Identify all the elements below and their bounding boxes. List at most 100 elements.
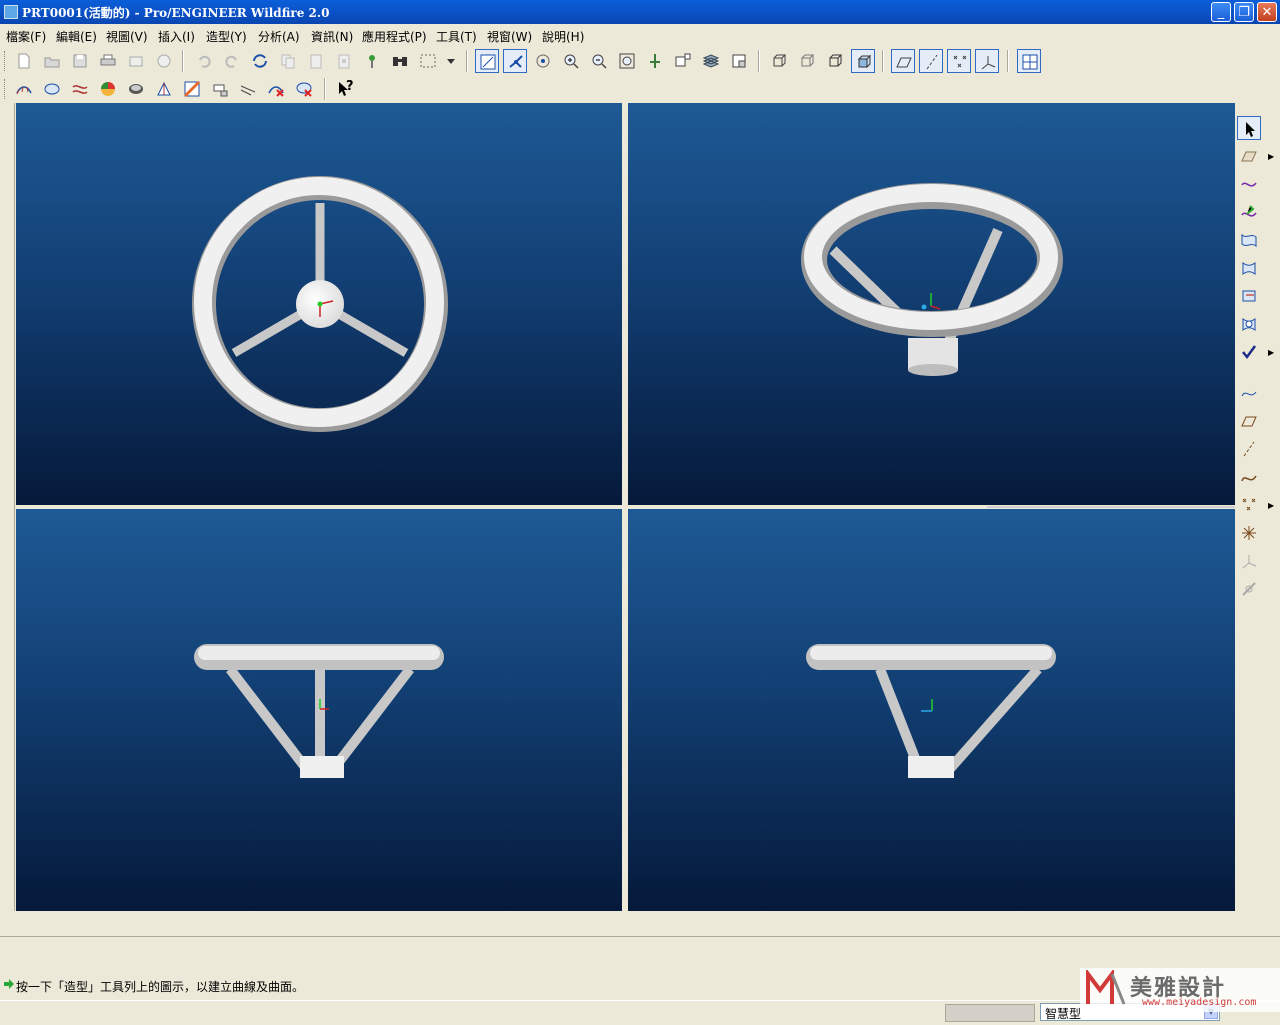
expand-arrow-icon[interactable]: ▶	[1268, 502, 1274, 510]
watermark-logo	[1086, 970, 1126, 1005]
regenerate-icon[interactable]	[248, 49, 272, 73]
maximize-button[interactable]: ❐	[1234, 2, 1254, 22]
csys-origin	[317, 301, 323, 307]
menu-tools[interactable]: 工具(T)	[436, 28, 477, 45]
menu-info[interactable]: 資訊(N)	[311, 28, 353, 45]
done-check-icon[interactable]	[1237, 340, 1261, 364]
drop-curve-icon[interactable]	[1237, 200, 1261, 224]
datum-axis-icon[interactable]	[1237, 437, 1261, 461]
reflection-icon[interactable]	[96, 77, 120, 101]
menu-file[interactable]: 檔案(F)	[6, 28, 46, 45]
slope-icon[interactable]	[152, 77, 176, 101]
create-curve-icon[interactable]	[1237, 172, 1261, 196]
cos-curve-icon[interactable]	[1237, 228, 1261, 252]
multi-view-icon[interactable]	[1017, 49, 1041, 73]
select-arrow-icon[interactable]	[1237, 116, 1261, 140]
menu-edit[interactable]: 編輯(E)	[56, 28, 97, 45]
layers-icon[interactable]	[699, 49, 723, 73]
shade-analysis-icon[interactable]	[124, 77, 148, 101]
paste-special-icon[interactable]	[332, 49, 356, 73]
zoom-out-icon[interactable]	[587, 49, 611, 73]
reorient-icon[interactable]	[643, 49, 667, 73]
title-bar: PRT0001(活動的) - Pro/ENGINEER Wildfire 2.0…	[0, 0, 1280, 24]
delete-analysis-icon[interactable]	[264, 77, 288, 101]
watermark: 美雅設計 www.meiyadesign.com	[1080, 968, 1280, 1012]
csys-origin	[921, 304, 927, 310]
dihedral-icon[interactable]	[208, 77, 232, 101]
datum-planes-icon[interactable]	[891, 49, 915, 73]
new-icon[interactable]	[12, 49, 36, 73]
left-panel-strip[interactable]	[0, 103, 15, 911]
draft-icon[interactable]	[180, 77, 204, 101]
toolbar-grip	[4, 51, 8, 71]
wheel-hub	[300, 756, 344, 778]
active-plane-icon[interactable]	[1237, 144, 1261, 168]
model-tree-icon[interactable]	[360, 49, 384, 73]
menu-window[interactable]: 視窗(W)	[487, 28, 532, 45]
open-icon[interactable]	[40, 49, 64, 73]
clear-analysis-icon[interactable]	[292, 77, 316, 101]
curve-analysis-icon[interactable]	[236, 77, 260, 101]
minimize-button[interactable]: _	[1211, 2, 1231, 22]
surface-icon[interactable]	[1237, 256, 1261, 280]
viewport-side-alt[interactable]	[628, 509, 1235, 911]
viewport-front[interactable]	[16, 103, 622, 505]
datum-points-icon[interactable]	[947, 49, 971, 73]
datum-plane-icon[interactable]	[1237, 409, 1261, 433]
shading-icon[interactable]	[851, 49, 875, 73]
sketched-curve-icon[interactable]	[1237, 465, 1261, 489]
coord-systems-icon[interactable]	[975, 49, 999, 73]
close-button[interactable]: ✕	[1257, 2, 1277, 22]
view-manager-icon[interactable]	[727, 49, 751, 73]
select-box-icon[interactable]	[416, 49, 440, 73]
undo-icon[interactable]	[192, 49, 216, 73]
menu-applications[interactable]: 應用程式(P)	[362, 28, 427, 45]
trim-surface-icon[interactable]	[1237, 312, 1261, 336]
menu-style[interactable]: 造型(Y)	[206, 28, 247, 45]
datum-point-icon[interactable]	[1237, 493, 1261, 517]
email-icon[interactable]	[124, 49, 148, 73]
analysis-toolbar: ?	[0, 75, 1280, 103]
message-area	[0, 936, 1280, 967]
email-link-icon[interactable]	[152, 49, 176, 73]
hidden-line-icon[interactable]	[795, 49, 819, 73]
analysis-feature-icon[interactable]	[1237, 577, 1261, 601]
toolbar-grip	[4, 79, 8, 99]
copy-icon[interactable]	[276, 49, 300, 73]
viewport-side[interactable]	[16, 509, 622, 911]
sketch-view-icon[interactable]	[475, 49, 499, 73]
refit-icon[interactable]	[615, 49, 639, 73]
viewport-isometric[interactable]	[628, 103, 1235, 505]
datum-curve-icon[interactable]	[1237, 381, 1261, 405]
curvature-icon[interactable]	[12, 77, 36, 101]
whats-this-icon[interactable]: ?	[333, 77, 357, 101]
datum-display-icon[interactable]	[503, 49, 527, 73]
menu-insert[interactable]: 插入(I)	[158, 28, 195, 45]
menu-view[interactable]: 視圖(V)	[106, 28, 148, 45]
zoom-in-icon[interactable]	[559, 49, 583, 73]
print-icon[interactable]	[96, 49, 120, 73]
redo-icon[interactable]	[220, 49, 244, 73]
iso-view-model	[801, 183, 1063, 376]
spoke	[944, 665, 1042, 775]
datum-axes-icon[interactable]	[919, 49, 943, 73]
dropdown-icon[interactable]	[442, 49, 458, 73]
paste-icon[interactable]	[304, 49, 328, 73]
spin-center-icon[interactable]	[531, 49, 555, 73]
menu-help[interactable]: 說明(H)	[542, 28, 584, 45]
saved-views-icon[interactable]	[671, 49, 695, 73]
wireframe-icon[interactable]	[767, 49, 791, 73]
csys-icon[interactable]	[1237, 549, 1261, 573]
offset-icon[interactable]	[68, 77, 92, 101]
message-text: 按一下「造型」工具列上的圖示，以建立曲線及曲面。	[16, 980, 305, 994]
save-icon[interactable]	[68, 49, 92, 73]
connect-surface-icon[interactable]	[1237, 284, 1261, 308]
menu-analysis[interactable]: 分析(A)	[258, 28, 300, 45]
offset-point-icon[interactable]	[1237, 521, 1261, 545]
find-icon[interactable]	[388, 49, 412, 73]
side-view-model	[194, 644, 444, 778]
expand-arrow-icon[interactable]: ▶	[1268, 349, 1274, 357]
expand-arrow-icon[interactable]: ▶	[1268, 153, 1274, 161]
section-icon[interactable]	[40, 77, 64, 101]
no-hidden-icon[interactable]	[823, 49, 847, 73]
